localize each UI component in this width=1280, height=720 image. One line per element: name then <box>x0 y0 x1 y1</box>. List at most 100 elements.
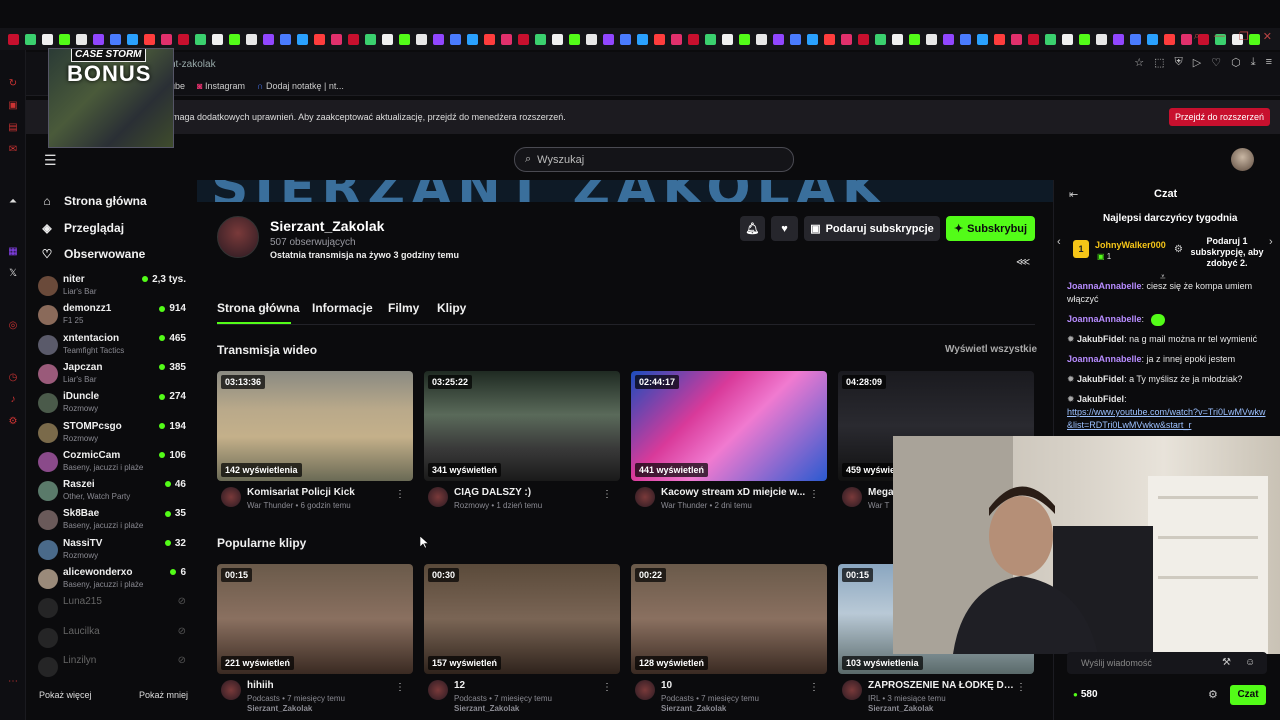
gift-sub-cta[interactable]: Podaruj 1 subskrypcję, aby zdobyć 2. <box>1188 236 1266 269</box>
browser-tab[interactable] <box>552 33 563 45</box>
more-icon[interactable]: ⋯ <box>7 676 19 688</box>
chat-username[interactable]: JoannaAnnabelle <box>1067 314 1142 324</box>
followed-channel-item[interactable]: demonzz1 F1 25 914 <box>38 303 188 331</box>
arrow-icon[interactable]: ⏶ <box>7 196 19 208</box>
browser-tab[interactable] <box>535 33 546 45</box>
browser-tab[interactable] <box>229 33 240 45</box>
settings-icon[interactable]: ⚙ <box>7 416 19 428</box>
extensions-icon[interactable]: ⬡ <box>1231 56 1241 69</box>
browser-tab[interactable] <box>960 33 971 45</box>
followed-channel-item[interactable]: iDuncle Rozmowy 274 <box>38 391 188 419</box>
browser-tab[interactable] <box>654 33 665 45</box>
browser-tab[interactable] <box>926 33 937 45</box>
followed-channel-item[interactable]: Japczan Liar's Bar 385 <box>38 362 188 390</box>
browser-tab[interactable] <box>1164 33 1175 45</box>
browser-tab[interactable] <box>93 33 104 45</box>
browser-tab[interactable] <box>76 33 87 45</box>
tab-home[interactable]: Strona główna <box>217 301 300 315</box>
tab-clips[interactable]: Klipy <box>437 301 466 315</box>
browser-tab[interactable] <box>1011 33 1022 45</box>
browser-tab[interactable] <box>858 33 869 45</box>
chat-settings-icon[interactable]: ⚙ <box>1208 688 1218 701</box>
browser-tab[interactable] <box>450 33 461 45</box>
browser-tab[interactable] <box>280 33 291 45</box>
donor-name[interactable]: JohnyWalker000 <box>1095 240 1166 250</box>
search-input[interactable]: ⌕ Wyszukaj <box>514 147 794 172</box>
bookmark-note[interactable]: ∩ Dodaj notatkę | nt... <box>257 81 344 91</box>
chat-send-button[interactable]: Czat <box>1230 685 1266 705</box>
heart-icon[interactable]: ♡ <box>1211 56 1221 69</box>
restore-icon[interactable]: ❐ <box>1239 30 1249 43</box>
browser-tab[interactable] <box>25 33 36 45</box>
browser-tab[interactable] <box>824 33 835 45</box>
browser-tab[interactable] <box>637 33 648 45</box>
more-options-icon[interactable]: ⋮ <box>1016 682 1026 693</box>
browser-tab[interactable] <box>195 33 206 45</box>
browser-tab[interactable] <box>212 33 223 45</box>
card-author[interactable]: Sierzant_Zakolak <box>454 704 519 713</box>
more-options-icon[interactable]: ⋮ <box>602 489 612 500</box>
browser-tab[interactable] <box>722 33 733 45</box>
followed-channel-item[interactable]: xntentacion Teamfight Tactics 465 <box>38 333 188 361</box>
browser-tab[interactable] <box>348 33 359 45</box>
card-title[interactable]: Komisariat Policji Kick <box>247 487 397 498</box>
window-controls[interactable]: ⌕ — ❐ ✕ <box>1194 30 1272 43</box>
creator-avatar[interactable] <box>428 680 448 700</box>
go-to-extensions-button[interactable]: Przejdź do rozszerzeń <box>1168 108 1270 126</box>
nav-following[interactable]: ♡ Obserwowane <box>40 247 146 261</box>
creator-avatar[interactable] <box>842 487 862 507</box>
card-title[interactable]: CIĄG DALSZY :) <box>454 487 604 498</box>
target-icon[interactable]: ◎ <box>7 320 19 332</box>
browser-tab[interactable] <box>399 33 410 45</box>
shortcut-icon[interactable]: ⚒ <box>1222 657 1231 668</box>
more-options-icon[interactable]: ⋮ <box>809 682 819 693</box>
followed-channel-item[interactable]: Luna215 ⊘ <box>38 596 188 624</box>
gift-subs-button[interactable]: ▣ Podaruj subskrypcje <box>804 216 940 241</box>
chat-username[interactable]: JakubFidel <box>1077 334 1124 344</box>
card-title[interactable]: Kacowy stream xD miejcie w... <box>661 487 811 498</box>
chat-username[interactable]: JakubFidel <box>1077 394 1124 404</box>
browser-tab[interactable] <box>246 33 257 45</box>
channel-points[interactable]: 580 <box>1073 689 1098 700</box>
chevron-left-icon[interactable]: ‹ <box>1057 236 1061 248</box>
browser-tab[interactable] <box>1147 33 1158 45</box>
more-options-icon[interactable]: ⋮ <box>395 489 405 500</box>
mail-icon[interactable]: ✉ <box>7 144 19 156</box>
browser-tab[interactable] <box>8 33 19 45</box>
creator-avatar[interactable] <box>635 487 655 507</box>
browser-tab[interactable] <box>994 33 1005 45</box>
share-icon[interactable]: ⋘ <box>1016 257 1030 268</box>
tab-videos[interactable]: Filmy <box>388 301 419 315</box>
browser-tab[interactable] <box>297 33 308 45</box>
browser-tab[interactable] <box>178 33 189 45</box>
twitch-icon[interactable]: ▦ <box>7 246 19 258</box>
browser-tab[interactable] <box>433 33 444 45</box>
chevron-right-icon[interactable]: › <box>1269 236 1273 248</box>
browser-tab[interactable] <box>1181 33 1192 45</box>
chat-username[interactable]: JakubFidel <box>1077 374 1124 384</box>
bonus-overlay[interactable]: CASE STORM BONUS <box>48 48 174 148</box>
creator-avatar[interactable] <box>221 487 241 507</box>
browser-tab[interactable] <box>1062 33 1073 45</box>
card-author[interactable]: Sierzant_Zakolak <box>661 704 726 713</box>
followed-channel-item[interactable]: Laucilka ⊘ <box>38 626 188 654</box>
tab-about[interactable]: Informacje <box>312 301 373 315</box>
browser-tab[interactable] <box>484 33 495 45</box>
nav-home[interactable]: ⌂ Strona główna <box>40 194 146 208</box>
history-icon[interactable]: ↻ <box>7 78 19 90</box>
followed-channel-item[interactable]: niter Liar's Bar 2,3 tys. <box>38 274 188 302</box>
browser-tab[interactable] <box>331 33 342 45</box>
download-icon[interactable]: ⤓ <box>1251 56 1256 69</box>
browser-tab[interactable] <box>603 33 614 45</box>
browser-tab[interactable] <box>1113 33 1124 45</box>
browser-tab[interactable] <box>1045 33 1056 45</box>
browser-tab[interactable] <box>943 33 954 45</box>
browser-tab[interactable] <box>110 33 121 45</box>
show-less-link[interactable]: Pokaż mniej <box>139 690 188 700</box>
follow-button[interactable]: ♥ <box>771 216 798 241</box>
browser-tab[interactable] <box>59 33 70 45</box>
collapse-chat-icon[interactable]: ⇤ <box>1069 188 1078 201</box>
browser-tab[interactable] <box>314 33 325 45</box>
browser-tab[interactable] <box>144 33 155 45</box>
user-avatar[interactable] <box>1231 148 1254 171</box>
